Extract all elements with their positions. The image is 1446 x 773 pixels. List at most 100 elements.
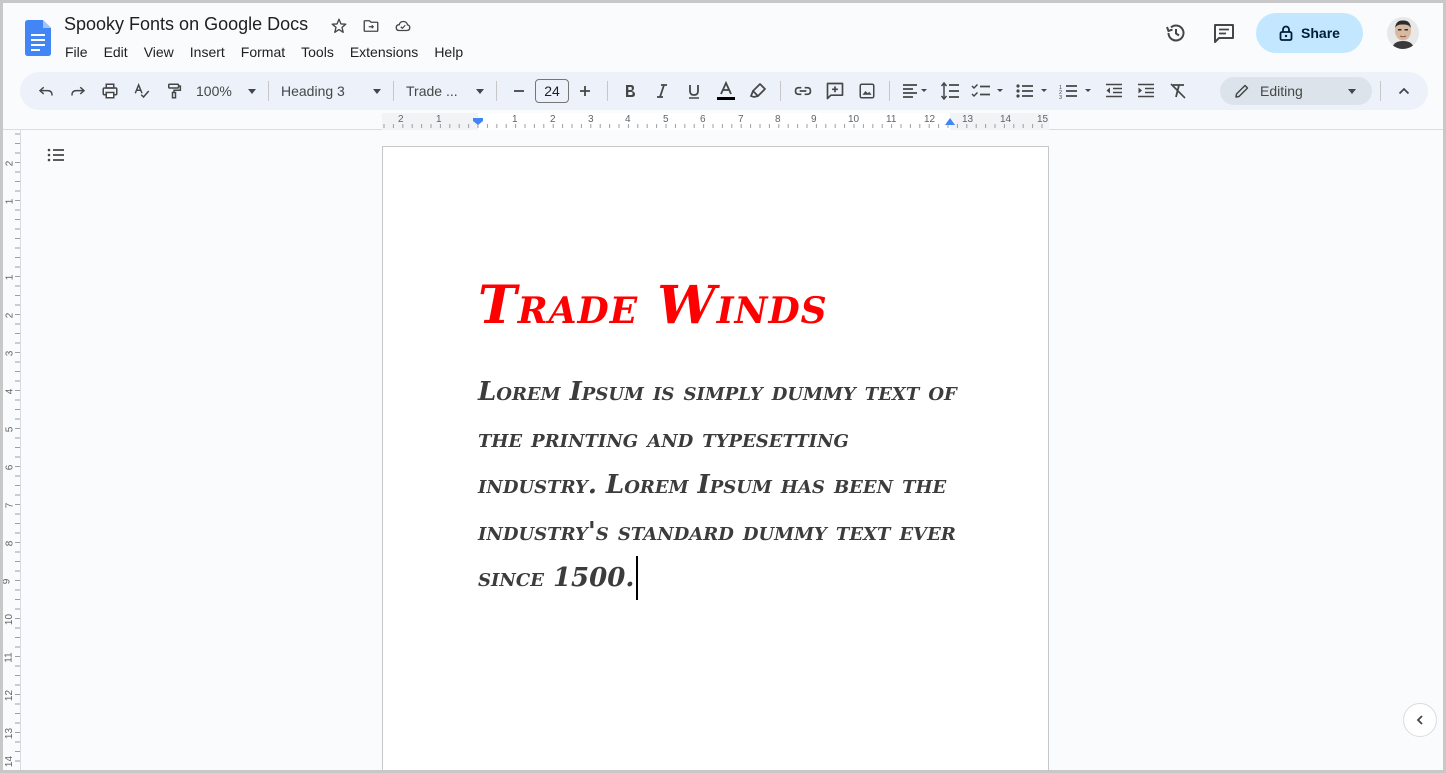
bold-button[interactable]	[616, 77, 644, 105]
comments-button[interactable]	[1204, 13, 1244, 53]
align-button[interactable]	[898, 77, 932, 105]
paint-format-button[interactable]	[160, 77, 188, 105]
highlight-color-button[interactable]	[744, 77, 772, 105]
ruler-label: 1	[512, 114, 518, 125]
font-size-input[interactable]: 24	[535, 79, 569, 103]
body-paragraph[interactable]: Lorem Ipsum is simply dummy text of the …	[478, 369, 958, 602]
ruler-label: 8	[4, 540, 16, 547]
decrease-indent-button[interactable]	[1100, 77, 1128, 105]
ruler-label: 11	[3, 652, 15, 663]
menu-edit[interactable]: Edit	[96, 41, 136, 63]
move-folder-icon[interactable]	[361, 16, 381, 36]
numbered-list-icon: 123	[1059, 85, 1091, 99]
editing-mode-select[interactable]: Editing	[1220, 77, 1372, 105]
checklist-button[interactable]	[968, 77, 1008, 105]
menu-tools[interactable]: Tools	[293, 41, 342, 63]
ruler-label: 7	[738, 114, 744, 125]
title-icons	[329, 16, 413, 36]
chevron-down-icon	[476, 88, 484, 94]
spellcheck-icon	[134, 83, 150, 99]
docs-logo-icon[interactable]	[25, 20, 51, 56]
menu-format[interactable]: Format	[233, 41, 293, 63]
ruler-label: 14	[1000, 114, 1012, 125]
vertical-ruler[interactable]: 2 1 1 2 3 4 5 6 7 8 9 10 11 12 13 14	[1, 130, 21, 770]
version-history-button[interactable]	[1156, 13, 1196, 53]
redo-button[interactable]	[64, 77, 92, 105]
ruler-label: 2	[398, 114, 404, 125]
ruler-label: 9	[811, 114, 817, 125]
share-button[interactable]: Share	[1256, 13, 1363, 53]
paragraph-style-value: Heading 3	[281, 83, 345, 99]
insert-link-button[interactable]	[789, 77, 817, 105]
ruler-label: 8	[775, 114, 781, 125]
cloud-saved-icon[interactable]	[393, 16, 413, 36]
clear-formatting-button[interactable]	[1164, 77, 1192, 105]
ruler-label: 10	[848, 114, 860, 125]
svg-text:3: 3	[1059, 95, 1062, 99]
insert-image-button[interactable]	[853, 77, 881, 105]
text-color-button[interactable]	[712, 77, 740, 105]
document-outline-button[interactable]	[45, 145, 67, 167]
spellcheck-button[interactable]	[128, 77, 156, 105]
chevron-down-icon	[373, 88, 381, 94]
text-cursor	[636, 556, 639, 600]
chevron-down-icon	[248, 88, 256, 94]
ruler-label: 9	[1, 578, 13, 585]
menu-bar: File Edit View Insert Format Tools Exten…	[57, 41, 471, 63]
toolbar-divider	[607, 81, 608, 101]
document-title[interactable]: Spooky Fonts on Google Docs	[64, 14, 308, 35]
ruler-label: 13	[962, 114, 974, 125]
menu-extensions[interactable]: Extensions	[342, 41, 426, 63]
italic-button[interactable]	[648, 77, 676, 105]
ruler-label: 6	[4, 464, 16, 471]
increase-indent-button[interactable]	[1132, 77, 1160, 105]
menu-help[interactable]: Help	[426, 41, 471, 63]
underline-icon	[689, 85, 699, 99]
menu-view[interactable]: View	[136, 41, 182, 63]
numbered-list-button[interactable]: 123	[1056, 77, 1096, 105]
underline-button[interactable]	[680, 77, 708, 105]
hide-menus-button[interactable]	[1390, 77, 1418, 105]
font-value: Trade ...	[406, 83, 458, 99]
chevron-down-icon	[1348, 89, 1356, 94]
paint-format-icon	[168, 83, 182, 99]
undo-button[interactable]	[32, 77, 60, 105]
paragraph-style-select[interactable]: Heading 3	[275, 77, 387, 105]
bulleted-list-button[interactable]	[1012, 77, 1052, 105]
menu-file[interactable]: File	[57, 41, 96, 63]
link-icon	[794, 86, 812, 96]
toolbar-divider	[496, 81, 497, 101]
document-page[interactable]: Trade Winds Lorem Ipsum is simply dummy …	[382, 146, 1049, 770]
decrease-font-size-button[interactable]	[505, 77, 533, 105]
avatar[interactable]	[1387, 17, 1419, 49]
ruler-label: 2	[4, 312, 16, 319]
history-icon	[1166, 24, 1185, 42]
print-button[interactable]	[96, 77, 124, 105]
horizontal-ruler[interactable]: 2 1 1 2 3 4 5 6 7 8 9 10 11 12 13 14 15	[3, 113, 1443, 130]
ruler-label: 12	[924, 114, 936, 125]
plus-icon	[580, 86, 590, 96]
zoom-select[interactable]: 100%	[190, 77, 262, 105]
add-comment-button[interactable]	[821, 77, 849, 105]
lock-icon	[1279, 25, 1293, 41]
chevron-left-icon	[1416, 715, 1423, 725]
font-select[interactable]: Trade ...	[400, 77, 490, 105]
heading-text[interactable]: Trade Winds	[478, 275, 828, 336]
ruler-label: 2	[550, 114, 556, 125]
zoom-value: 100%	[196, 83, 232, 99]
increase-font-size-button[interactable]	[571, 77, 599, 105]
editing-mode-label: Editing	[1260, 83, 1303, 99]
increase-indent-icon	[1138, 83, 1154, 98]
image-icon	[859, 83, 875, 99]
ruler-label: 14	[4, 755, 16, 768]
ruler-label: 4	[4, 388, 16, 395]
star-icon[interactable]	[329, 16, 349, 36]
minus-icon	[514, 90, 524, 92]
ruler-label: 4	[625, 114, 631, 125]
vertical-ruler-ticks	[15, 133, 20, 762]
side-panel-toggle[interactable]	[1403, 703, 1437, 737]
menu-insert[interactable]: Insert	[182, 41, 233, 63]
ruler-label: 11	[886, 114, 897, 125]
toolbar-divider	[780, 81, 781, 101]
line-spacing-button[interactable]	[936, 77, 964, 105]
